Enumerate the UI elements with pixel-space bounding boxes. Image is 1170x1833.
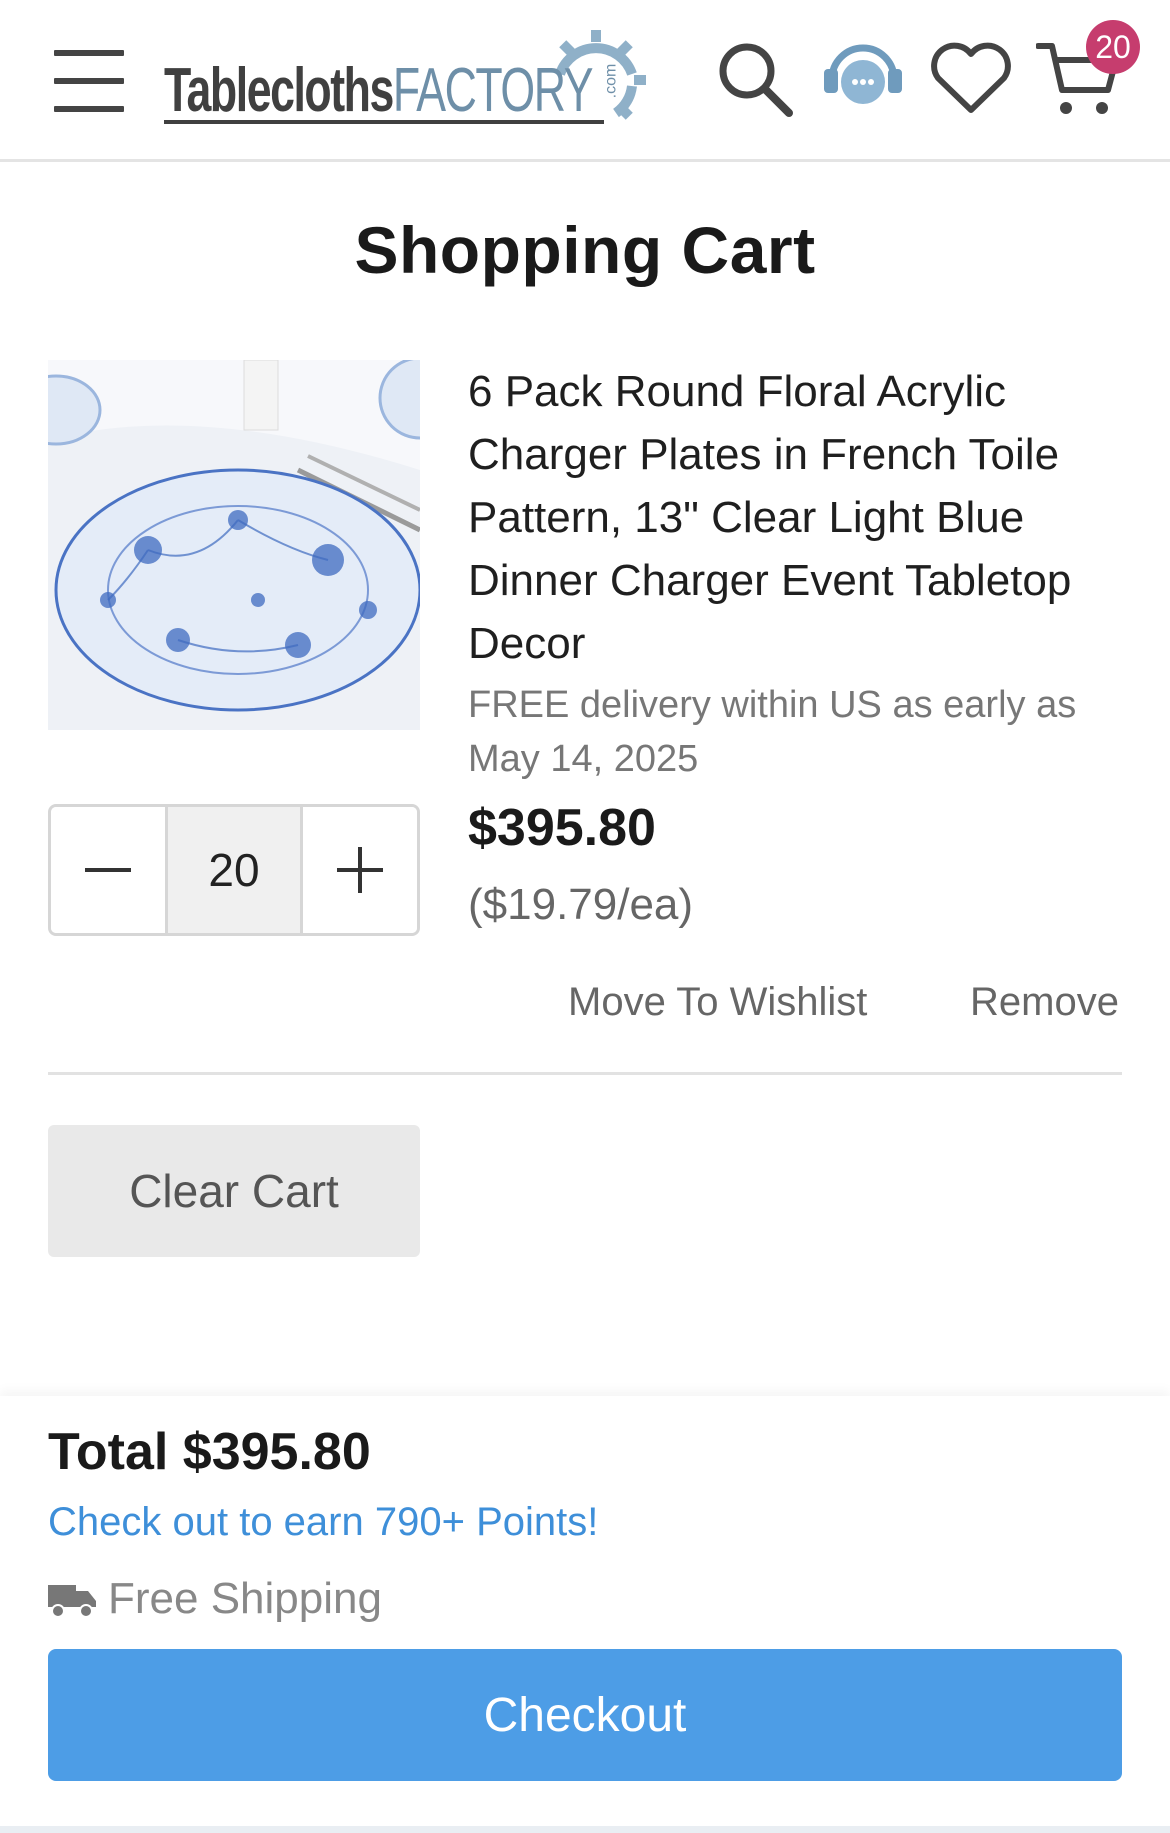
logo-wordmark: TableclothsFACTORY bbox=[164, 56, 593, 125]
logo-underline bbox=[164, 120, 604, 124]
delivery-info: FREE delivery within US as early as May … bbox=[468, 684, 1077, 780]
cart-summary: Total $395.80 Check out to earn 790+ Poi… bbox=[0, 1396, 1170, 1833]
bottom-edge bbox=[0, 1826, 1170, 1833]
minus-icon bbox=[85, 868, 131, 872]
logo-dotcom: .com bbox=[602, 63, 620, 99]
shipping-info: Free Shipping bbox=[48, 1574, 382, 1624]
remove-item-link[interactable]: Remove bbox=[970, 980, 1119, 1025]
menu-icon[interactable] bbox=[52, 48, 126, 118]
unit-price: ($19.79/ea) bbox=[468, 880, 694, 929]
truck-icon bbox=[48, 1585, 96, 1618]
item-price: $395.80 bbox=[468, 799, 656, 857]
shipping-label: Free Shipping bbox=[108, 1574, 382, 1623]
divider bbox=[48, 1072, 1122, 1075]
search-icon[interactable] bbox=[710, 34, 800, 124]
decrease-quantity-button[interactable] bbox=[51, 807, 165, 933]
rewards-points-link[interactable]: Check out to earn 790+ Points! bbox=[48, 1500, 598, 1545]
cart-total: Total $395.80 bbox=[48, 1423, 371, 1481]
clear-cart-button[interactable]: Clear Cart bbox=[48, 1125, 420, 1257]
site-header: TableclothsFACTORY .com 20 bbox=[0, 0, 1170, 162]
quantity-value[interactable]: 20 bbox=[165, 807, 303, 933]
cart-count-badge: 20 bbox=[1086, 20, 1140, 74]
increase-quantity-button[interactable] bbox=[303, 807, 417, 933]
product-image[interactable] bbox=[48, 360, 420, 730]
move-to-wishlist-link[interactable]: Move To Wishlist bbox=[568, 980, 867, 1025]
plus-icon bbox=[337, 847, 383, 893]
checkout-button[interactable]: Checkout bbox=[48, 1649, 1122, 1781]
heart-icon[interactable] bbox=[926, 34, 1016, 124]
quantity-stepper: 20 bbox=[48, 804, 420, 936]
chat-support-icon[interactable] bbox=[818, 34, 908, 124]
page-title: Shopping Cart bbox=[354, 213, 816, 287]
product-name[interactable]: 6 Pack Round Floral Acrylic Charger Plat… bbox=[468, 360, 1128, 675]
site-logo[interactable]: TableclothsFACTORY .com bbox=[164, 30, 646, 130]
